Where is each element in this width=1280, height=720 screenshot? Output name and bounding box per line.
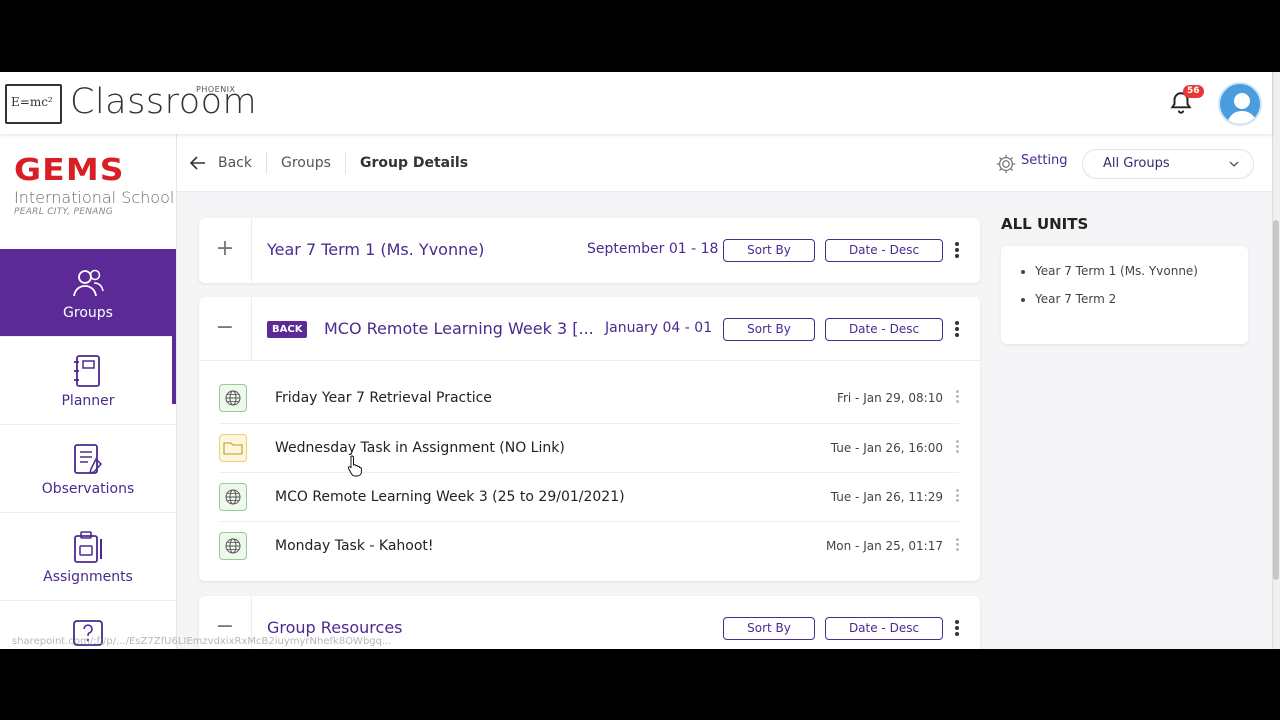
all-units-title: ALL UNITS [1001, 215, 1089, 233]
chevron-down-icon [1229, 161, 1239, 167]
sidebar-item-label: Assignments [43, 569, 133, 585]
sort-order-button[interactable]: Date - Desc [825, 617, 943, 640]
school-logo: GEMS International School PEARL CITY, PE… [14, 156, 175, 218]
back-link[interactable]: Back [218, 155, 252, 171]
more-options-icon[interactable] [951, 321, 963, 339]
more-options-icon[interactable] [951, 440, 963, 458]
resource-list: Friday Year 7 Retrieval Practice Fri - J… [199, 374, 980, 574]
list-item[interactable]: Wednesday Task in Assignment (NO Link) T… [219, 423, 959, 472]
school-name-gems: GEMS [14, 153, 125, 188]
globe-icon [219, 384, 247, 412]
all-units-list: Year 7 Term 1 (Ms. Yvonne) Year 7 Term 2 [1001, 246, 1248, 344]
app-logo-sub: PHOENIX [196, 85, 236, 94]
page-title: Group Details [360, 155, 469, 171]
sort-by-button[interactable]: Sort By [723, 239, 815, 262]
list-item[interactable]: MCO Remote Learning Week 3 (25 to 29/01/… [219, 472, 959, 521]
breadcrumb-divider [266, 152, 267, 174]
top-bar: E=mc² Classroom PHOENIX 56 [0, 72, 1272, 134]
unit-title[interactable]: Group Resources [267, 618, 403, 637]
setting-button[interactable]: Setting [1021, 153, 1068, 168]
sidebar: GEMS International School PEARL CITY, PE… [0, 134, 177, 649]
collapse-toggle[interactable]: − [199, 297, 252, 361]
sidebar-item-planner[interactable]: Planner [0, 337, 176, 425]
sidebar-item-observations[interactable]: Observations [0, 425, 176, 513]
logo-equation: E=mc² [11, 95, 53, 109]
more-options-icon[interactable] [951, 390, 963, 408]
school-location: PEARL CITY, PENANG [14, 207, 114, 217]
all-units-item[interactable]: Year 7 Term 1 (Ms. Yvonne) [1035, 264, 1228, 278]
app-window: E=mc² Classroom PHOENIX 56 GEMS Internat… [0, 72, 1280, 649]
sort-order-button[interactable]: Date - Desc [825, 239, 943, 262]
sort-by-button[interactable]: Sort By [723, 318, 815, 341]
more-options-icon[interactable] [951, 489, 963, 507]
user-avatar[interactable] [1218, 82, 1262, 126]
unit-date: January 04 - 01 [605, 320, 713, 336]
groups-link[interactable]: Groups [281, 155, 331, 171]
sort-order-button[interactable]: Date - Desc [825, 318, 943, 341]
list-item-title[interactable]: MCO Remote Learning Week 3 (25 to 29/01/… [275, 489, 625, 505]
more-options-icon[interactable] [951, 620, 963, 638]
users-icon [73, 269, 104, 297]
assignments-icon [74, 531, 102, 563]
breadcrumb-divider [345, 152, 346, 174]
globe-icon [219, 532, 247, 560]
list-item-date: Mon - Jan 25, 01:17 [825, 539, 943, 553]
notification-badge: 56 [1183, 85, 1204, 98]
list-item-date: Fri - Jan 29, 08:10 [836, 391, 943, 405]
unit-title[interactable]: Year 7 Term 1 (Ms. Yvonne) [267, 240, 484, 259]
arrow-left-icon[interactable] [190, 156, 206, 170]
unit-card: − BACK MCO Remote Learning Week 3 [... J… [199, 297, 980, 581]
school-name: International School [14, 188, 175, 207]
list-item-title[interactable]: Monday Task - Kahoot! [275, 538, 434, 554]
folder-icon [219, 434, 247, 462]
group-select[interactable]: All Groups [1082, 149, 1254, 179]
sidebar-item-label: Groups [63, 305, 113, 321]
sidebar-item-label: Observations [41, 481, 135, 497]
list-item-title[interactable]: Friday Year 7 Retrieval Practice [275, 390, 492, 406]
list-item-date: Tue - Jan 26, 16:00 [830, 441, 943, 455]
unit-date: September 01 - 18 [587, 241, 719, 257]
group-select-value: All Groups [1103, 156, 1170, 171]
planner-icon [74, 355, 100, 387]
more-options-icon[interactable] [951, 242, 963, 260]
unit-title[interactable]: MCO Remote Learning Week 3 [... [324, 319, 594, 338]
user-icon [1227, 93, 1257, 124]
hand-cursor-icon [347, 455, 362, 477]
status-url: sharepoint.com/:f:/p/.../EsZ7ZfU6LIEmzvd… [12, 636, 392, 647]
list-item[interactable]: Friday Year 7 Retrieval Practice Fri - J… [219, 374, 959, 423]
sidebar-item-groups[interactable]: Groups [0, 249, 176, 337]
globe-icon [219, 483, 247, 511]
unit-card: + Year 7 Term 1 (Ms. Yvonne) September 0… [199, 218, 980, 283]
page-scrollbar-thumb[interactable] [1273, 220, 1279, 580]
expand-toggle[interactable]: + [199, 218, 252, 282]
back-badge: BACK [267, 321, 308, 338]
sort-by-button[interactable]: Sort By [723, 617, 815, 640]
gear-icon[interactable] [995, 153, 1017, 175]
breadcrumb: Back Groups Group Details Setting All Gr… [177, 134, 1272, 192]
more-options-icon[interactable] [951, 538, 963, 556]
all-units-item[interactable]: Year 7 Term 2 [1035, 292, 1228, 306]
app-logo-icon[interactable]: E=mc² [5, 84, 62, 124]
list-item[interactable]: Monday Task - Kahoot! Mon - Jan 25, 01:1… [219, 521, 959, 570]
observations-icon [74, 444, 103, 475]
list-item-title[interactable]: Wednesday Task in Assignment (NO Link) [275, 440, 565, 456]
sidebar-item-label: Planner [61, 393, 115, 409]
list-item-date: Tue - Jan 26, 11:29 [830, 490, 943, 504]
sidebar-item-assignments[interactable]: Assignments [0, 513, 176, 601]
sidebar-scrollbar[interactable] [172, 249, 176, 404]
